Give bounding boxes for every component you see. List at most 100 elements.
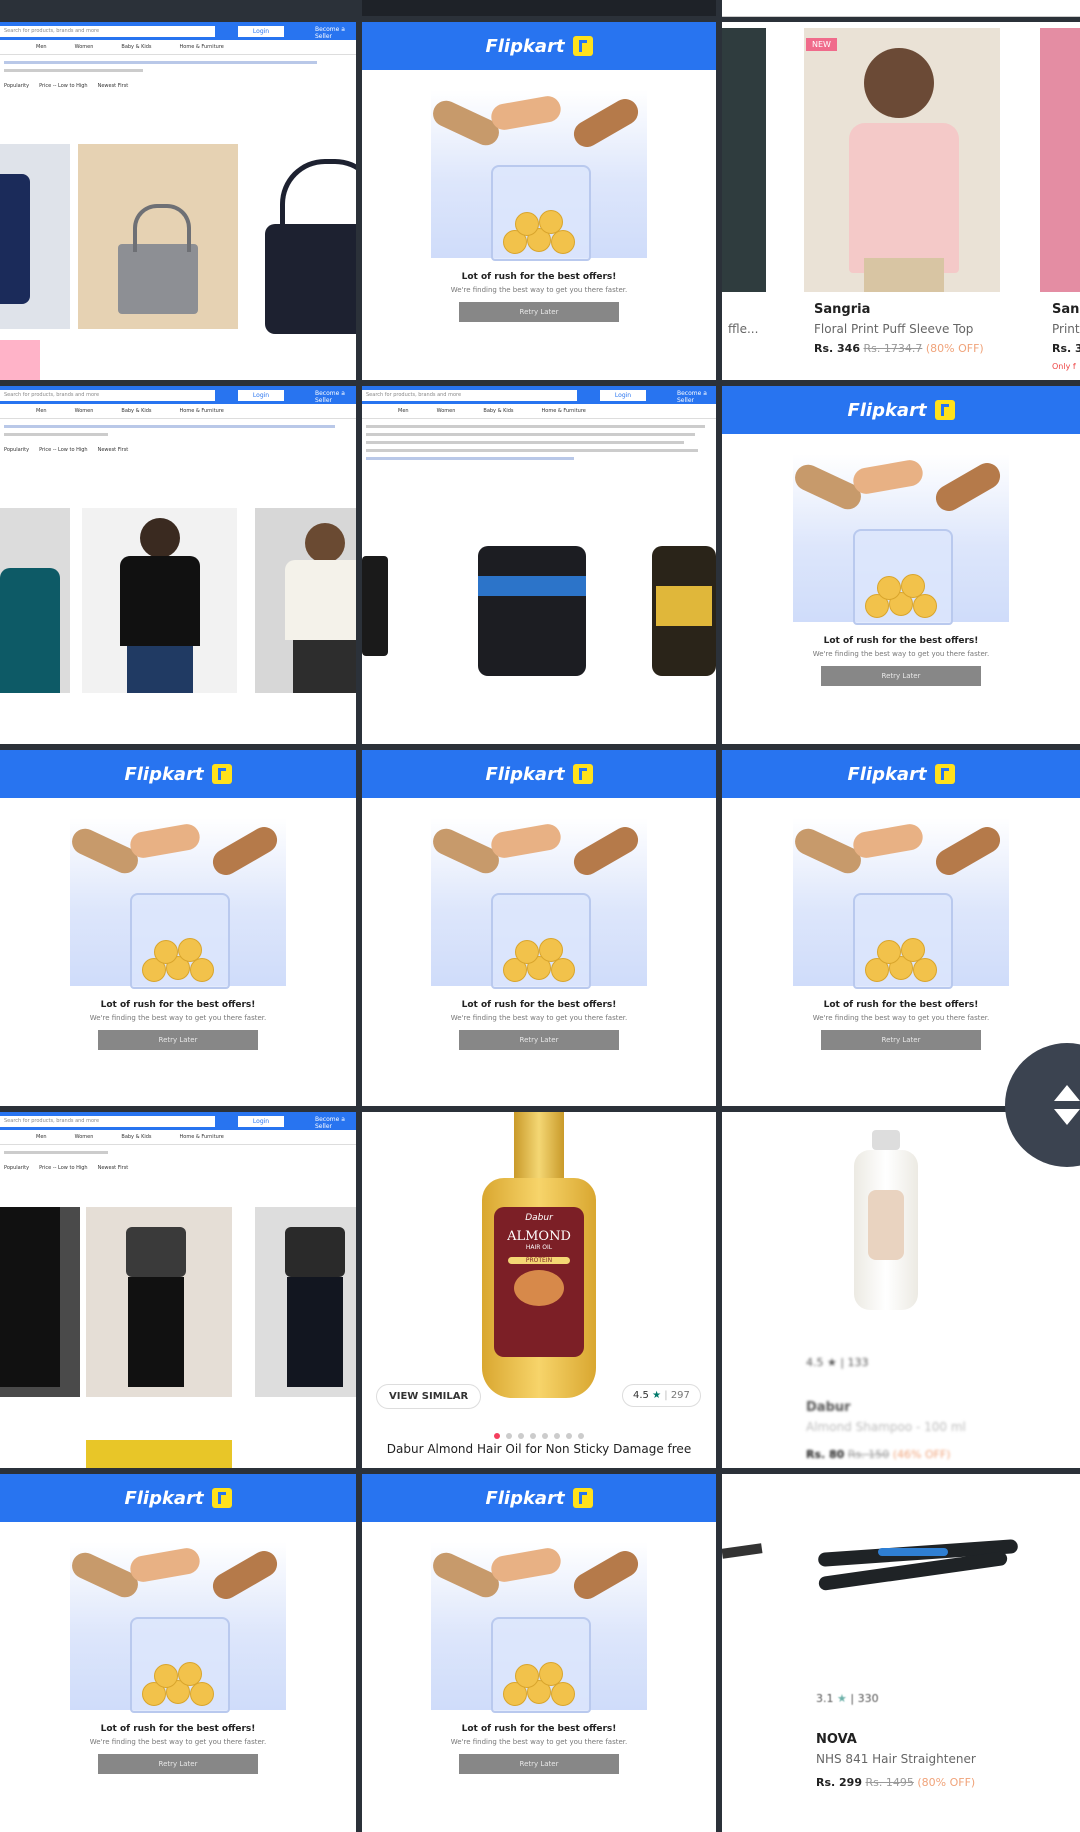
flipkart-plus-icon: [934, 764, 955, 784]
login-button[interactable]: Login: [238, 390, 284, 401]
product-image-bag-grey[interactable]: [78, 144, 238, 329]
busy-subtitle: We're finding the best way to get you th…: [450, 286, 628, 294]
flipkart-header: Flipkart: [362, 22, 716, 70]
product-image-bag-black[interactable]: [255, 144, 356, 334]
bottle-sub: HAIR OIL: [525, 1244, 553, 1251]
category-item[interactable]: Women: [75, 404, 94, 418]
result-summary: [0, 55, 356, 83]
retry-button[interactable]: Retry Later: [459, 302, 619, 322]
product-image-jeans-3[interactable]: [255, 1207, 356, 1397]
login-button[interactable]: Login: [238, 1116, 284, 1127]
search-input[interactable]: Search for products, brands and more: [362, 390, 577, 401]
product-image-nova-straightener[interactable]: [817, 1534, 1019, 1594]
login-button[interactable]: Login: [238, 26, 284, 37]
category-item[interactable]: Women: [75, 1130, 94, 1144]
category-item[interactable]: Home & Furniture: [542, 404, 586, 418]
product-image-gold-whey[interactable]: [652, 536, 716, 686]
category-item[interactable]: Baby & Kids: [121, 404, 151, 418]
category-item[interactable]: Baby & Kids: [121, 40, 151, 54]
search-input[interactable]: Search for products, brands and more: [0, 26, 215, 37]
sort-option[interactable]: Price -- Low to High: [39, 447, 88, 453]
product-image-jeans-2[interactable]: [86, 1207, 232, 1397]
product-image-partial-right[interactable]: [1040, 28, 1080, 292]
product-image-shirt-teal[interactable]: [0, 508, 70, 693]
search-input[interactable]: Search for products, brands and more: [0, 1116, 215, 1127]
retry-button[interactable]: Retry Later: [98, 1030, 258, 1050]
product-name: Almond Shampoo - 100 ml: [806, 1420, 966, 1434]
flipkart-header: Flipkart: [722, 750, 1080, 798]
sort-option[interactable]: Popularity: [4, 1165, 29, 1171]
flipkart-logo: Flipkart: [847, 763, 927, 785]
flipkart-busy-tile: Flipkart Lot of rush for the best offers…: [362, 1474, 716, 1832]
partial-product-name: ffle...: [728, 322, 759, 336]
login-button[interactable]: Login: [600, 390, 646, 401]
hands-jar-illustration: [790, 454, 1009, 625]
product-image-shirt-black[interactable]: [82, 508, 237, 693]
busy-title: Lot of rush for the best offers!: [100, 1724, 256, 1734]
category-item[interactable]: Baby & Kids: [121, 1130, 151, 1144]
product-image-sangria-top[interactable]: NEW: [804, 28, 1000, 292]
search-screenshot-protein[interactable]: Search for products, brands and more Log…: [362, 386, 716, 744]
category-item[interactable]: Women: [437, 404, 456, 418]
product-card-dabur[interactable]: Dabur ALMOND HAIR OIL PROTEIN VIEW SIMIL…: [362, 1112, 716, 1468]
busy-title: Lot of rush for the best offers!: [461, 272, 617, 282]
product-image-bag-blue[interactable]: [0, 144, 70, 329]
sort-option[interactable]: Price -- Low to High: [39, 1165, 88, 1171]
flipkart-logo: Flipkart: [485, 763, 565, 785]
become-seller-link[interactable]: Become a Seller: [315, 1116, 356, 1130]
view-similar-button[interactable]: VIEW SIMILAR: [376, 1384, 482, 1409]
product-image-jeans-1[interactable]: [0, 1207, 80, 1397]
product-image-partial-left[interactable]: [722, 28, 766, 292]
category-item[interactable]: Women: [75, 40, 94, 54]
result-summary: [0, 1145, 356, 1165]
product-image-partial-left[interactable]: [722, 1543, 763, 1559]
product-carousel-tops[interactable]: ffle... NEW Sangria Floral Print Puff Sl…: [722, 22, 1080, 380]
retry-button[interactable]: Retry Later: [459, 1754, 619, 1774]
retry-button[interactable]: Retry Later: [459, 1030, 619, 1050]
category-bar: Men Women Baby & Kids Home & Furniture: [0, 1130, 356, 1145]
become-seller-link[interactable]: Become a Seller: [315, 390, 356, 404]
retry-button[interactable]: Retry Later: [821, 1030, 981, 1050]
category-item[interactable]: Men: [398, 404, 409, 418]
search-input[interactable]: Search for products, brands and more: [0, 390, 215, 401]
busy-title: Lot of rush for the best offers!: [461, 1724, 617, 1734]
search-screenshot-shirts[interactable]: Search for products, brands and more Log…: [0, 386, 356, 744]
product-price-partial: Rs. 3: [1052, 342, 1080, 355]
search-screenshot-jeans[interactable]: Search for products, brands and more Log…: [0, 1112, 356, 1468]
category-item[interactable]: Home & Furniture: [180, 404, 224, 418]
sort-bar: Popularity Price -- Low to High Newest F…: [0, 447, 356, 453]
product-image-shirt-white[interactable]: [255, 508, 356, 693]
sort-option[interactable]: Price -- Low to High: [39, 83, 88, 89]
product-row: [0, 144, 356, 334]
product-card-nova[interactable]: 3.1 ★ | 330 NOVA NHS 841 Hair Straighten…: [722, 1474, 1080, 1832]
search-screenshot-bags[interactable]: Search for products, brands and more Log…: [0, 22, 356, 380]
category-item[interactable]: Home & Furniture: [180, 1130, 224, 1144]
category-item[interactable]: Men: [36, 40, 47, 54]
become-seller-link[interactable]: Become a Seller: [677, 390, 716, 404]
category-item[interactable]: Home & Furniture: [180, 40, 224, 54]
result-summary: [362, 419, 716, 471]
top-strip-left: [0, 0, 356, 16]
retry-button[interactable]: Retry Later: [821, 666, 981, 686]
swatch: [0, 340, 40, 380]
become-seller-link[interactable]: Become a Seller: [315, 26, 356, 40]
category-item[interactable]: Men: [36, 404, 47, 418]
product-image-shampoo[interactable]: [850, 1130, 922, 1310]
rating-pill: 4.5 ★ | 297: [622, 1384, 701, 1407]
sort-option[interactable]: Popularity: [4, 447, 29, 453]
top-strip-mid: [362, 0, 716, 16]
product-image-protein-partial[interactable]: [362, 536, 392, 686]
flipkart-busy-tile: Flipkart Lot of rush for the best offers…: [362, 750, 716, 1106]
category-bar: Men Women Baby & Kids Home & Furniture: [0, 404, 356, 419]
category-item[interactable]: Baby & Kids: [483, 404, 513, 418]
category-item[interactable]: Men: [36, 1130, 47, 1144]
sort-option[interactable]: Newest First: [98, 447, 129, 453]
retry-button[interactable]: Retry Later: [98, 1754, 258, 1774]
product-image-protein-tub[interactable]: [472, 536, 592, 686]
sort-option[interactable]: Newest First: [98, 83, 129, 89]
product-image-dabur-oil[interactable]: Dabur ALMOND HAIR OIL PROTEIN: [472, 1112, 606, 1402]
product-card-shampoo[interactable]: 4.5 ★ | 133 Dabur Almond Shampoo - 100 m…: [722, 1112, 1080, 1468]
sort-option[interactable]: Popularity: [4, 83, 29, 89]
flipkart-header: Flipkart: [362, 1474, 716, 1522]
sort-option[interactable]: Newest First: [98, 1165, 129, 1171]
